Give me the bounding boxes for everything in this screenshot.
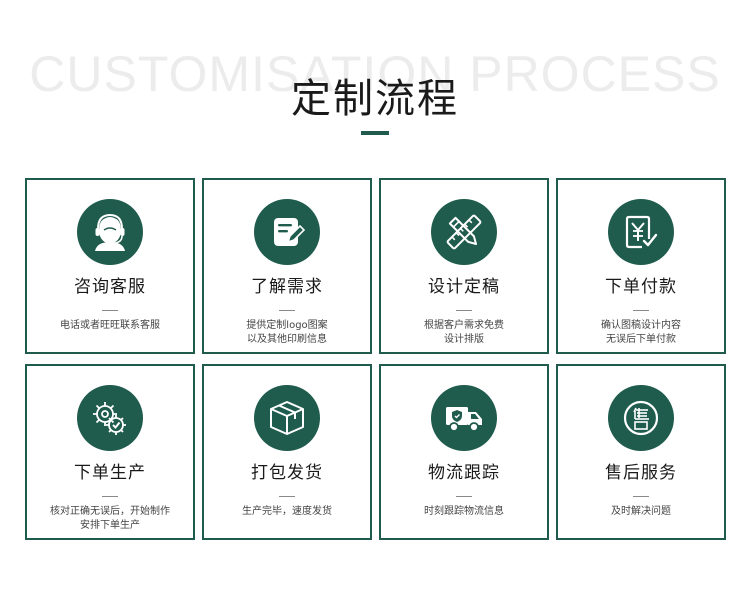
step-card-design: 设计定稿 根据客户需求免费 设计排版 bbox=[379, 178, 549, 354]
step-title: 了解需求 bbox=[251, 277, 323, 297]
step-description: 确认图稿设计内容 无误后下单付款 bbox=[601, 320, 681, 345]
divider bbox=[102, 310, 118, 311]
step-title: 设计定稿 bbox=[428, 277, 500, 297]
step-card-consult: 咨询客服 电话或者旺旺联系客服 bbox=[25, 178, 195, 354]
step-description: 根据客户需求免费 设计排版 bbox=[424, 320, 504, 345]
step-description: 时刻跟踪物流信息 bbox=[424, 506, 504, 517]
step-description: 电话或者旺旺联系客服 bbox=[60, 320, 160, 331]
delivery-truck-icon bbox=[431, 385, 497, 451]
step-description: 提供定制logo图案 以及其他印刷信息 bbox=[246, 320, 328, 345]
yen-payment-icon bbox=[608, 199, 674, 265]
gears-icon bbox=[77, 385, 143, 451]
step-card-after-sales: 售后服务 及时解决问题 bbox=[556, 364, 726, 540]
divider bbox=[279, 496, 295, 497]
divider bbox=[456, 310, 472, 311]
after-sales-icon bbox=[608, 385, 674, 451]
step-description: 及时解决问题 bbox=[611, 506, 671, 517]
step-title: 售后服务 bbox=[605, 463, 677, 483]
step-title: 物流跟踪 bbox=[428, 463, 500, 483]
step-card-packing: 打包发货 生产完毕，速度发货 bbox=[202, 364, 372, 540]
step-title: 咨询客服 bbox=[74, 277, 146, 297]
divider bbox=[456, 496, 472, 497]
step-card-logistics: 物流跟踪 时刻跟踪物流信息 bbox=[379, 364, 549, 540]
step-card-requirements: 了解需求 提供定制logo图案 以及其他印刷信息 bbox=[202, 178, 372, 354]
customer-service-icon bbox=[77, 199, 143, 265]
step-description: 生产完毕，速度发货 bbox=[242, 506, 332, 517]
step-description: 核对正确无误后，开始制作 安排下单生产 bbox=[50, 506, 170, 531]
step-card-payment: 下单付款 确认图稿设计内容 无误后下单付款 bbox=[556, 178, 726, 354]
ruler-pencil-icon bbox=[431, 199, 497, 265]
step-title: 下单生产 bbox=[74, 463, 146, 483]
process-grid: 咨询客服 电话或者旺旺联系客服 了解需求 提供定制logo图案 以及其他印刷信息 bbox=[25, 178, 726, 540]
divider bbox=[279, 310, 295, 311]
page-title: 定制流程 bbox=[291, 76, 459, 122]
package-box-icon bbox=[254, 385, 320, 451]
step-card-production: 下单生产 核对正确无误后，开始制作 安排下单生产 bbox=[25, 364, 195, 540]
step-title: 下单付款 bbox=[605, 277, 677, 297]
divider bbox=[102, 496, 118, 497]
title-underline bbox=[361, 131, 389, 135]
divider bbox=[633, 496, 649, 497]
divider bbox=[633, 310, 649, 311]
step-title: 打包发货 bbox=[251, 463, 323, 483]
notepad-edit-icon bbox=[254, 199, 320, 265]
